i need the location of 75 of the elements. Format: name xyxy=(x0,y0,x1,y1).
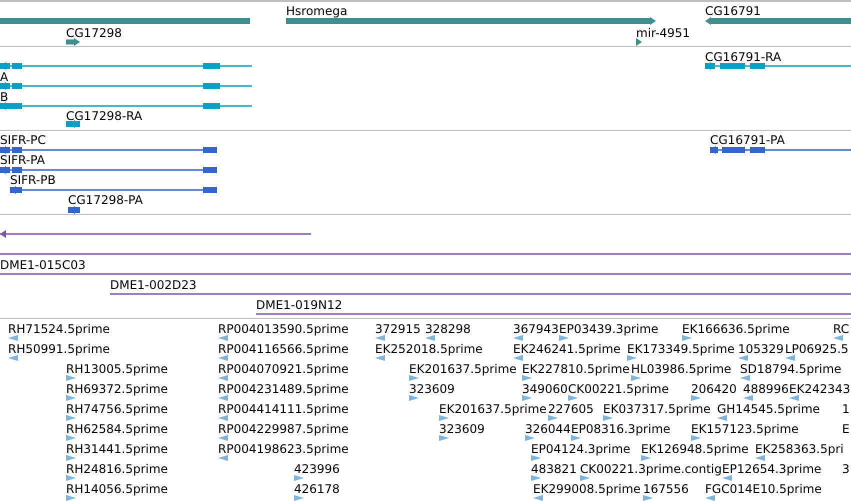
est-label: EK299008.5prime xyxy=(533,482,641,496)
est-label: RP004070921.5prime xyxy=(218,362,349,376)
transcript-label: A xyxy=(0,70,8,84)
est-label: 326044 xyxy=(525,422,571,436)
est-label: RP004414111.5prime xyxy=(218,402,349,416)
est-label: SD18794.5prime xyxy=(740,362,842,376)
est-label: RH71524.5prime xyxy=(8,322,110,336)
est-label: EK252018.5prime xyxy=(375,342,483,356)
est-label: CK00221.5prime xyxy=(568,382,669,396)
clone-label: DME1-002D23 xyxy=(110,278,197,292)
est-label: RH24816.5prime xyxy=(66,462,168,476)
est-label: EK201637.5prime xyxy=(439,402,547,416)
est-label: EP08316.3prime xyxy=(571,422,670,436)
est-label: 3 xyxy=(842,462,850,476)
est-label: EK242343 xyxy=(789,382,850,396)
gene-label: CG16791 xyxy=(705,4,761,18)
protein-label: SIFR-PA xyxy=(0,153,45,167)
est-label: RP004013590.5prime xyxy=(218,322,349,336)
est-label: 167556 xyxy=(643,482,689,496)
est-label: EK037317.5prime xyxy=(603,402,711,416)
est-label: RH74756.5prime xyxy=(66,402,168,416)
est-label: RH13005.5prime xyxy=(66,362,168,376)
est-label: EP04124.3prime xyxy=(531,442,630,456)
est-label: EK201637.5prime xyxy=(409,362,517,376)
est-label: EK227810.5prime xyxy=(522,362,630,376)
est-label: 227605 xyxy=(548,402,594,416)
est-label: 1 xyxy=(842,402,850,416)
gene-label: mir-4951 xyxy=(636,26,690,40)
est-label: EP03439.3prime xyxy=(559,322,658,336)
est-label: EP12654.3prime xyxy=(722,462,822,476)
est-label: EK246241.5prime xyxy=(513,342,621,356)
est-label: RP004229987.5prime xyxy=(218,422,349,436)
est-label: 488996 xyxy=(743,382,789,396)
transcript-label: CG17298-RA xyxy=(66,109,142,123)
gene-label: CG17298 xyxy=(66,26,122,40)
transcript-label: CG16791-RA xyxy=(705,50,782,64)
clone-label: DME1-019N12 xyxy=(256,298,342,312)
est-label: RH31441.5prime xyxy=(66,442,168,456)
protein-label: CG17298-PA xyxy=(68,193,143,207)
est-label: 206420 xyxy=(691,382,737,396)
est-label: EK126948.5prime xyxy=(641,442,749,456)
est-label: 483821 xyxy=(531,462,577,476)
est-label: 323609 xyxy=(439,422,485,436)
est-label: 426178 xyxy=(294,482,340,496)
est-label: LP06925.5 xyxy=(785,342,849,356)
est-label: 105329 xyxy=(738,342,784,356)
est-label: RC xyxy=(833,322,850,336)
est-label: GH14545.5prime xyxy=(717,402,820,416)
est-label: RP004116566.5prime xyxy=(218,342,349,356)
clone-label: DME1-015C03 xyxy=(0,258,86,272)
protein-label: SIFR-PC xyxy=(0,133,46,147)
est-label: E xyxy=(842,422,850,436)
est-label: EK166636.5prime xyxy=(682,322,790,336)
est-label: 328298 xyxy=(425,322,471,336)
est-label: 323609 xyxy=(409,382,455,396)
est-label: RP004231489.5prime xyxy=(218,382,349,396)
est-label: RP004198623.5prime xyxy=(218,442,349,456)
est-label: EK157123.5prime xyxy=(691,422,799,436)
est-label: CK00221.3prime.contig xyxy=(580,462,722,476)
transcript-label: B xyxy=(0,90,8,104)
gene-label: Hsromega xyxy=(286,4,348,18)
est-label: RH69372.5prime xyxy=(66,382,168,396)
est-label: FGC014E10.5prime xyxy=(705,482,822,496)
est-label: 349060 xyxy=(522,382,568,396)
est-label: RH50991.5prime xyxy=(8,342,110,356)
protein-label: SIFR-PB xyxy=(10,173,56,187)
est-label: EK258363.5pri xyxy=(755,442,844,456)
est-label: RH14056.5prime xyxy=(66,482,168,496)
est-label: 423996 xyxy=(294,462,340,476)
est-label: EK173349.5prime xyxy=(627,342,735,356)
est-label: 367943 xyxy=(513,322,559,336)
protein-label: CG16791-PA xyxy=(710,133,785,147)
est-label: HL03986.5prime xyxy=(631,362,732,376)
est-label: 372915 xyxy=(375,322,421,336)
est-label: RH62584.5prime xyxy=(66,422,168,436)
